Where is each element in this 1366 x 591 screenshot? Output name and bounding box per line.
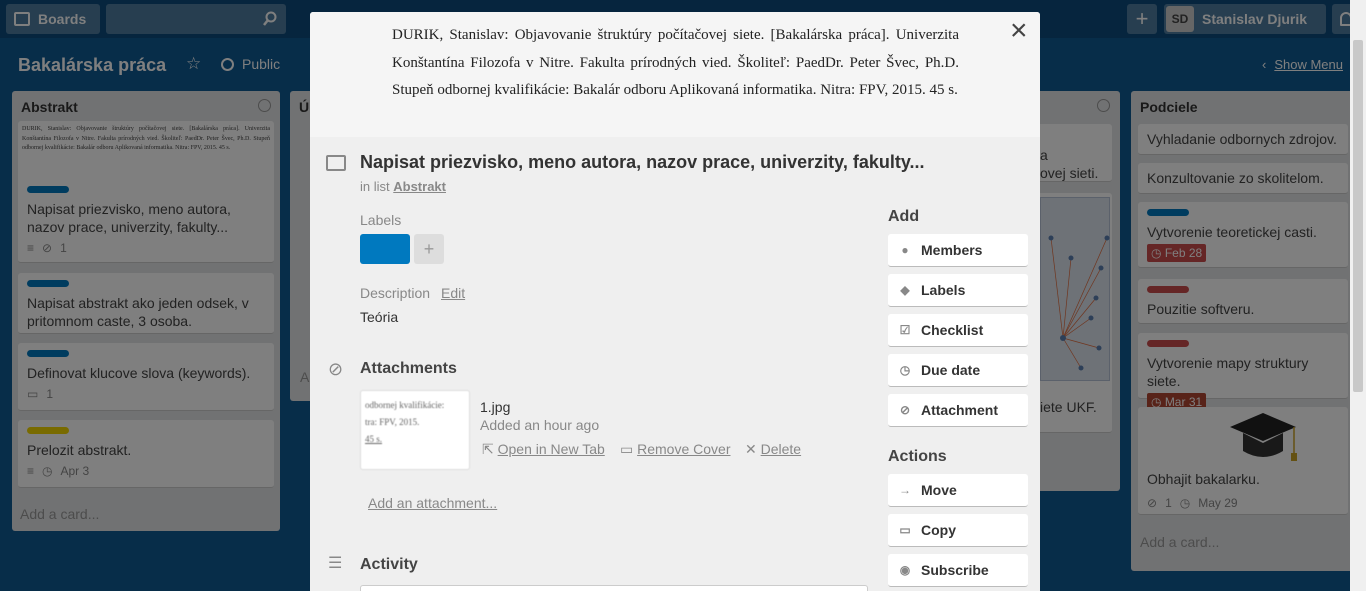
clock-icon: ◷ [899, 363, 911, 377]
eye-icon: ◉ [899, 563, 911, 577]
copy-button[interactable]: ▭ Copy [888, 514, 1028, 547]
card-icon: ▭ [620, 441, 638, 457]
move-button[interactable]: → Move [888, 474, 1028, 507]
labels-heading: Labels [360, 212, 402, 228]
description-edit-link[interactable]: Edit [441, 285, 465, 301]
delete-link[interactable]: ✕ Delete [745, 441, 801, 458]
remove-cover-link[interactable]: ▭ Remove Cover [620, 441, 731, 458]
paperclip-icon: ⊘ [899, 403, 911, 417]
paperclip-icon: ⊘ [328, 359, 344, 379]
tag-icon: ◆ [900, 283, 910, 297]
attachment-button[interactable]: ⊘ Attachment [888, 394, 1028, 427]
card-detail-modal: DURIK, Stanislav: Objavovanie štruktúry … [310, 12, 1040, 591]
card-title[interactable]: Napisat priezvisko, meno autora, nazov p… [360, 152, 925, 173]
add-attachment-link[interactable]: Add an attachment... [368, 495, 497, 511]
attachment-filename: 1.jpg [480, 399, 511, 415]
attachments-heading: Attachments [360, 360, 457, 377]
cover-image-text: DURIK, Stanislav: Objavovanie štruktúry … [392, 27, 959, 98]
attachment-thumbnail[interactable]: odbornej kvalifikácie: tra: FPV, 2015. 4… [360, 390, 470, 470]
description-heading: Description [360, 285, 431, 301]
description-text: Teória [360, 309, 399, 325]
activity-heading: Activity [360, 556, 418, 573]
add-label-button[interactable]: + [414, 234, 444, 264]
card-icon [326, 155, 346, 171]
checklist-button[interactable]: ☑ Checklist [888, 314, 1028, 347]
card-cover: DURIK, Stanislav: Objavovanie štruktúry … [310, 12, 1040, 137]
activity-icon: ☰ [328, 555, 343, 572]
list-link[interactable]: Abstrakt [393, 179, 446, 194]
open-in-new-tab-link[interactable]: ⇱ Open in New Tab [482, 441, 605, 458]
actions-heading: Actions [888, 448, 947, 465]
page-scrollbar[interactable] [1350, 0, 1366, 591]
subscribe-button[interactable]: ◉ Subscribe [888, 554, 1028, 587]
members-button[interactable]: ● Members [888, 234, 1028, 267]
external-link-icon: ⇱ [482, 441, 498, 457]
arrow-right-icon: → [899, 483, 911, 497]
attachment-added: Added an hour ago [480, 417, 600, 433]
scrollbar-thumb[interactable] [1353, 40, 1363, 392]
close-icon[interactable]: × [1010, 14, 1028, 48]
due-date-button[interactable]: ◷ Due date [888, 354, 1028, 387]
comment-input[interactable] [360, 585, 868, 591]
in-list: in list Abstrakt [360, 179, 446, 194]
person-icon: ● [901, 243, 909, 257]
labels-button[interactable]: ◆ Labels [888, 274, 1028, 307]
add-heading: Add [888, 208, 920, 225]
label-chip[interactable] [360, 234, 410, 264]
card-icon: ▭ [899, 523, 911, 537]
close-icon: ✕ [745, 441, 761, 457]
checkbox-icon: ☑ [899, 323, 911, 337]
